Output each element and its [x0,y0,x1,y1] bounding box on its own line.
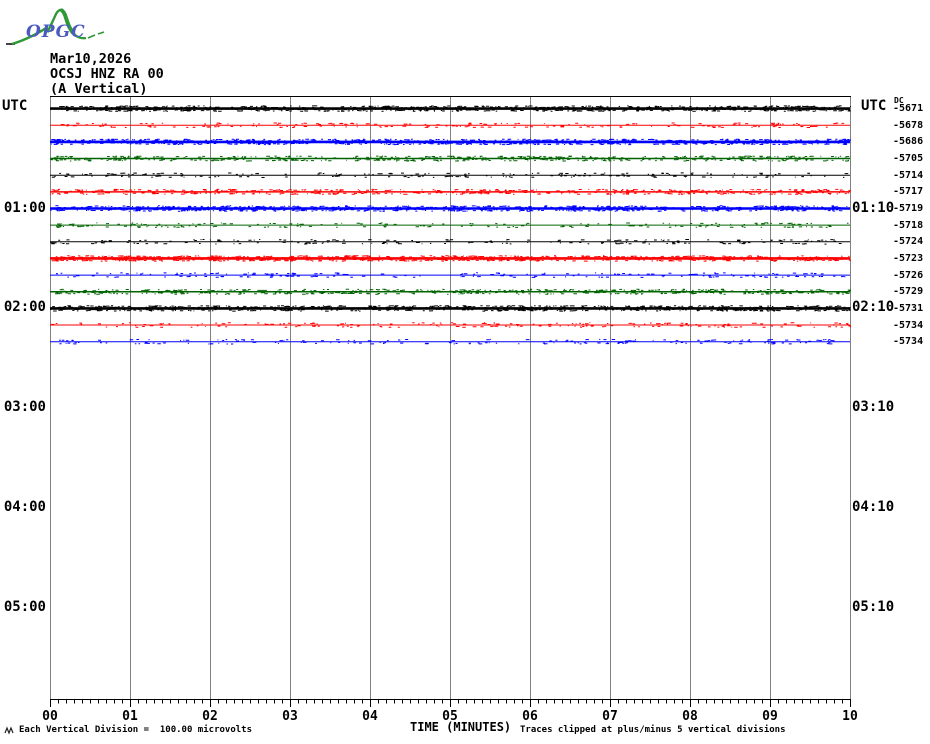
trace-dc-value: -5671 [893,103,924,115]
left-time-label: 03:00 [3,399,46,416]
trace-dc-value: -5729 [893,286,924,298]
x-tick-label: 08 [682,709,698,724]
trace-dc-value: -5734 [893,336,924,348]
logo-text: OPGC [26,22,86,42]
x-tick-label: 01 [122,709,138,724]
left-time-label: 01:00 [3,199,46,216]
trace-dc-value: -5726 [893,269,924,281]
x-tick-label: 09 [762,709,778,724]
right-time-label: 01:10 [852,199,895,216]
x-tick-label: 00 [42,709,58,724]
wiggle-icon [4,726,14,735]
x-tick-label: 02 [202,709,218,724]
right-time-label: 02:10 [852,299,895,316]
trace-dc-value: -5686 [893,136,924,148]
trace-dc-value: -5718 [893,219,924,231]
trace-dc-value: -5717 [893,186,924,198]
trace-dc-value: -5714 [893,169,924,181]
utc-title-left: UTC [2,98,28,114]
x-tick-label: 07 [602,709,618,724]
clip-note: Traces clipped at plus/minus 5 vertical … [520,725,786,735]
left-time-label: 05:00 [3,599,46,616]
x-tick-label: 03 [282,709,298,724]
station-code: OCSJ HNZ RA 00 [50,66,164,82]
utc-title-right: UTC [861,98,887,114]
right-time-label: 04:10 [852,499,895,516]
helicorder-page: OPGC Mar10,2026 OCSJ HNZ RA 00 (A Vertic… [0,0,930,744]
scale-note: Each Vertical Division = 100.00 microvol… [19,725,252,735]
trace-dc-value: -5724 [893,236,924,248]
trace-dc-value: -5734 [893,319,924,331]
right-time-label: 03:10 [852,399,895,416]
opgc-logo: OPGC [6,8,105,46]
left-time-label: 04:00 [3,499,46,516]
component-label: (A Vertical) [50,81,148,97]
trace-dc-value: -5723 [893,252,924,264]
x-tick-label: 04 [362,709,378,724]
trace-dc-value: -5705 [893,153,924,165]
x-tick-label: 06 [522,709,538,724]
left-time-label: 02:00 [3,299,46,316]
helicorder-plot [50,96,851,707]
right-time-label: 05:10 [852,599,895,616]
record-date: Mar10,2026 [50,51,132,67]
logo-right-dashes [87,31,105,39]
trace-dc-value: -5678 [893,119,924,131]
x-axis-title: TIME (MINUTES) [410,720,512,734]
x-tick-label: 10 [842,709,858,724]
